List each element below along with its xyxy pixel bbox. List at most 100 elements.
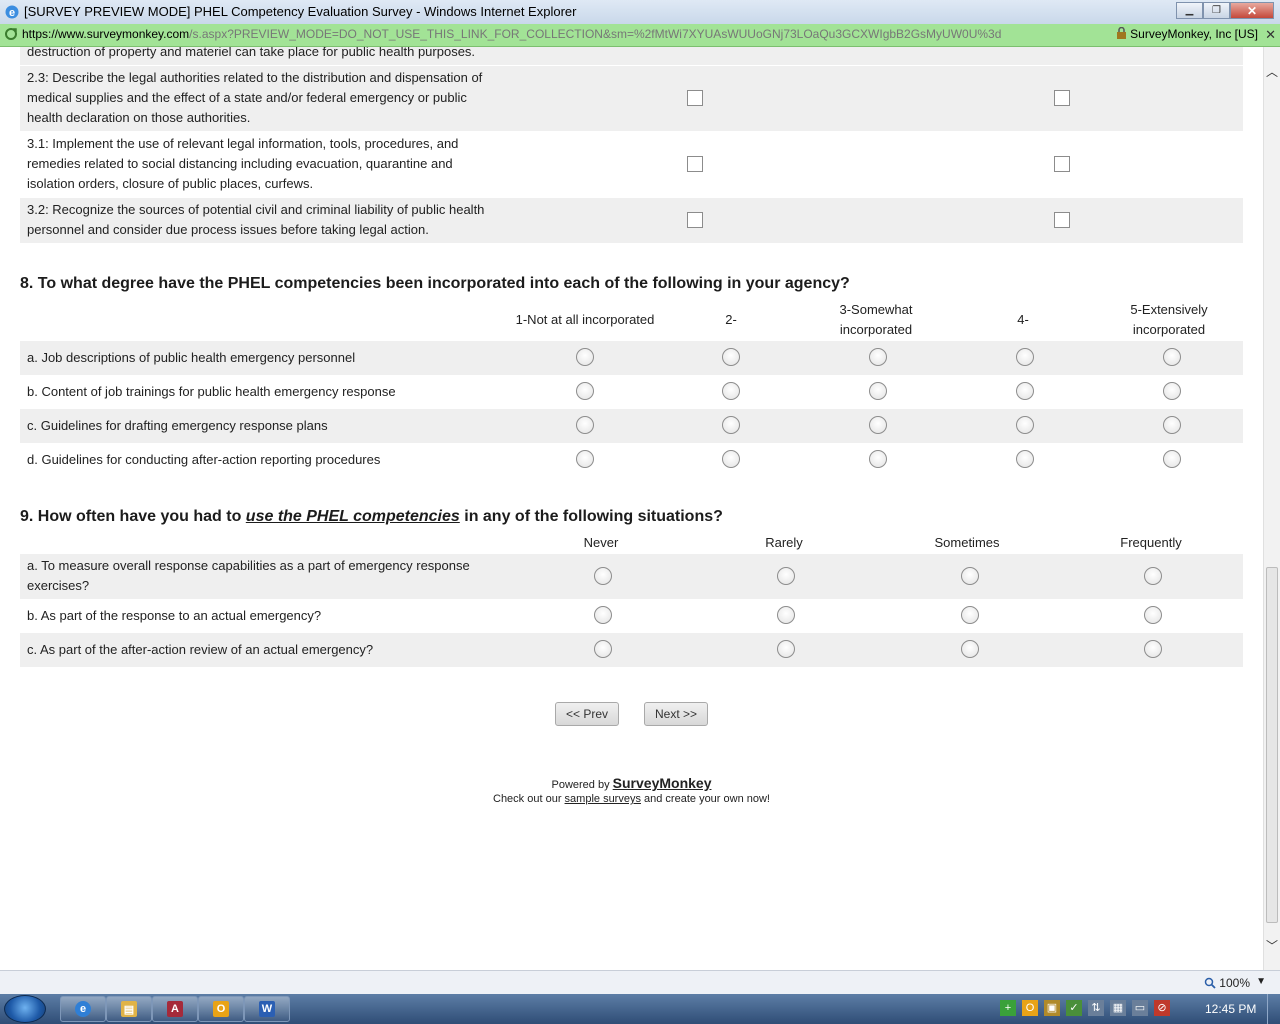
radio-never[interactable] bbox=[594, 606, 612, 624]
radio-never[interactable] bbox=[594, 567, 612, 585]
address-bar[interactable]: https://www.surveymonkey.com/s.aspx?PREV… bbox=[0, 24, 1280, 47]
row-text: 2.3: Describe the legal authorities rela… bbox=[27, 70, 483, 85]
taskbar-word[interactable]: W bbox=[244, 996, 290, 1022]
checkbox-col2[interactable] bbox=[1054, 156, 1070, 172]
lock-icon bbox=[1116, 26, 1126, 39]
row-text: remedies related to social distancing in… bbox=[27, 156, 453, 171]
tray-outlook-icon[interactable]: O bbox=[1022, 1000, 1038, 1016]
radio-option-5[interactable] bbox=[1163, 348, 1181, 366]
radio-rarely[interactable] bbox=[777, 606, 795, 624]
radio-option-1[interactable] bbox=[576, 348, 594, 366]
row-label: c. As part of the after-action review of… bbox=[27, 642, 374, 657]
tray-lock-icon[interactable]: ▣ bbox=[1044, 1000, 1060, 1016]
radio-option-5[interactable] bbox=[1163, 382, 1181, 400]
window-title-bar: e [SURVEY PREVIEW MODE] PHEL Competency … bbox=[0, 0, 1280, 25]
prev-button[interactable]: << Prev bbox=[555, 702, 620, 726]
radio-option-2[interactable] bbox=[722, 416, 740, 434]
checkbox-col1[interactable] bbox=[687, 90, 703, 106]
powered-by-footer: Powered by SurveyMonkey bbox=[0, 775, 1263, 791]
radio-option-4[interactable] bbox=[1016, 348, 1034, 366]
radio-option-2[interactable] bbox=[722, 348, 740, 366]
scale-header-1: 1-Not at all incorporated bbox=[515, 312, 655, 327]
radio-option-3[interactable] bbox=[869, 348, 887, 366]
security-identity[interactable]: SurveyMonkey, Inc [US] bbox=[1116, 26, 1258, 41]
zoom-level[interactable]: 100% bbox=[1204, 976, 1250, 990]
row-label: c. Guidelines for drafting emergency res… bbox=[27, 418, 328, 433]
radio-option-4[interactable] bbox=[1016, 382, 1034, 400]
tray-display-icon[interactable]: ▭ bbox=[1132, 1000, 1148, 1016]
matrix-row: b. Content of job trainings for public h… bbox=[20, 375, 1243, 409]
close-button[interactable]: ✕ bbox=[1230, 2, 1274, 19]
radio-option-3[interactable] bbox=[869, 450, 887, 468]
scroll-down-icon[interactable]: ﹀ bbox=[1266, 937, 1278, 954]
start-button[interactable] bbox=[4, 995, 46, 1023]
taskbar-access[interactable]: A bbox=[152, 996, 198, 1022]
radio-sometimes[interactable] bbox=[961, 567, 979, 585]
taskbar-clock[interactable]: 12:45 PM bbox=[1205, 1002, 1256, 1016]
radio-sometimes[interactable] bbox=[961, 640, 979, 658]
matrix-row: b. As part of the response to an actual … bbox=[20, 599, 1243, 633]
radio-option-1[interactable] bbox=[576, 450, 594, 468]
radio-option-5[interactable] bbox=[1163, 450, 1181, 468]
access-icon: A bbox=[167, 1001, 183, 1017]
row-text: 3.1: Implement the use of relevant legal… bbox=[27, 136, 459, 151]
page-icon bbox=[5, 28, 17, 40]
taskbar-windows-explorer[interactable]: ▤ bbox=[106, 996, 152, 1022]
tray-device-icon[interactable]: ▦ bbox=[1110, 1000, 1126, 1016]
next-button[interactable]: Next >> bbox=[644, 702, 709, 726]
show-desktop-button[interactable] bbox=[1267, 994, 1280, 1024]
zoom-dropdown-icon[interactable]: ▼ bbox=[1256, 976, 1266, 987]
system-tray: + O ▣ ✓ ⇅ ▦ ▭ ⊘ bbox=[1000, 1000, 1170, 1016]
radio-option-1[interactable] bbox=[576, 382, 594, 400]
create-text: and create your own now! bbox=[640, 793, 770, 805]
status-bar: 100% ▼ bbox=[0, 970, 1280, 995]
frequency-header-never: Never bbox=[583, 535, 619, 550]
radio-option-3[interactable] bbox=[869, 382, 887, 400]
row-text: personnel and consider due process issue… bbox=[27, 222, 429, 237]
radio-sometimes[interactable] bbox=[961, 606, 979, 624]
radio-rarely[interactable] bbox=[777, 567, 795, 585]
checkbox-col2[interactable] bbox=[1054, 90, 1070, 106]
radio-frequently[interactable] bbox=[1144, 567, 1162, 585]
row-label: d. Guidelines for conducting after-actio… bbox=[27, 452, 381, 467]
checkbox-col2[interactable] bbox=[1054, 212, 1070, 228]
sample-surveys-link[interactable]: sample surveys bbox=[565, 793, 641, 805]
url-text[interactable]: https://www.surveymonkey.com/s.aspx?PREV… bbox=[22, 27, 1001, 41]
scroll-up-icon[interactable]: ︿ bbox=[1266, 63, 1278, 80]
radio-option-2[interactable] bbox=[722, 450, 740, 468]
powered-by-text: Powered by bbox=[551, 779, 613, 791]
radio-frequently[interactable] bbox=[1144, 606, 1162, 624]
taskbar-internet-explorer[interactable]: e bbox=[60, 996, 106, 1022]
stop-icon[interactable]: ✕ bbox=[1265, 27, 1276, 43]
radio-option-4[interactable] bbox=[1016, 450, 1034, 468]
surveymonkey-link[interactable]: SurveyMonkey bbox=[613, 775, 712, 791]
matrix-row: c. Guidelines for drafting emergency res… bbox=[20, 409, 1243, 443]
radio-option-5[interactable] bbox=[1163, 416, 1181, 434]
radio-never[interactable] bbox=[594, 640, 612, 658]
vertical-scrollbar[interactable]: ︿ ﹀ bbox=[1263, 47, 1280, 970]
tray-volume-icon[interactable]: ⊘ bbox=[1154, 1000, 1170, 1016]
checkbox-col1[interactable] bbox=[687, 156, 703, 172]
competency-row-3-2: 3.2: Recognize the sources of potential … bbox=[20, 198, 1243, 243]
competency-row-3-1: 3.1: Implement the use of relevant legal… bbox=[20, 132, 1243, 197]
word-icon: W bbox=[259, 1001, 275, 1017]
tray-security-icon[interactable]: ✓ bbox=[1066, 1000, 1082, 1016]
internet-explorer-icon: e bbox=[5, 5, 19, 19]
tray-network-icon[interactable]: ⇅ bbox=[1088, 1000, 1104, 1016]
question-9-title: 9. How often have you had to use the PHE… bbox=[20, 508, 723, 525]
competency-row-2-3: 2.3: Describe the legal authorities rela… bbox=[20, 66, 1243, 131]
radio-option-4[interactable] bbox=[1016, 416, 1034, 434]
minimize-button[interactable]: ▁ bbox=[1176, 2, 1203, 19]
radio-option-1[interactable] bbox=[576, 416, 594, 434]
tray-add-icon[interactable]: + bbox=[1000, 1000, 1016, 1016]
radio-option-3[interactable] bbox=[869, 416, 887, 434]
taskbar-outlook[interactable]: O bbox=[198, 996, 244, 1022]
radio-frequently[interactable] bbox=[1144, 640, 1162, 658]
scrollbar-thumb[interactable] bbox=[1266, 567, 1278, 923]
restore-button[interactable]: ❐ bbox=[1203, 2, 1230, 19]
radio-option-2[interactable] bbox=[722, 382, 740, 400]
radio-rarely[interactable] bbox=[777, 640, 795, 658]
outlook-icon: O bbox=[213, 1001, 229, 1017]
checkbox-col1[interactable] bbox=[687, 212, 703, 228]
frequency-header-sometimes: Sometimes bbox=[934, 535, 1000, 550]
